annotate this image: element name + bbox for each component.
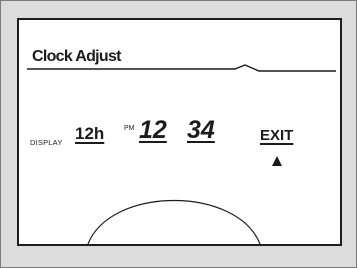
- page: Clock Adjust DISPLAY 12h PM 12 34 EXIT: [0, 0, 357, 268]
- display-label: DISPLAY: [30, 138, 63, 147]
- header-divider: [27, 64, 336, 72]
- hours-field[interactable]: 12: [139, 118, 167, 143]
- minutes-field[interactable]: 34: [187, 118, 215, 143]
- time-format-field[interactable]: 12h: [75, 125, 104, 142]
- up-triangle-icon: [272, 156, 282, 166]
- ampm-indicator: PM: [124, 125, 135, 132]
- clock-adjust-screen: Clock Adjust DISPLAY 12h PM 12 34 EXIT: [17, 18, 342, 246]
- screen-title: Clock Adjust: [32, 48, 121, 65]
- exit-button[interactable]: EXIT: [260, 128, 293, 143]
- dial-knob-arc: [87, 199, 261, 244]
